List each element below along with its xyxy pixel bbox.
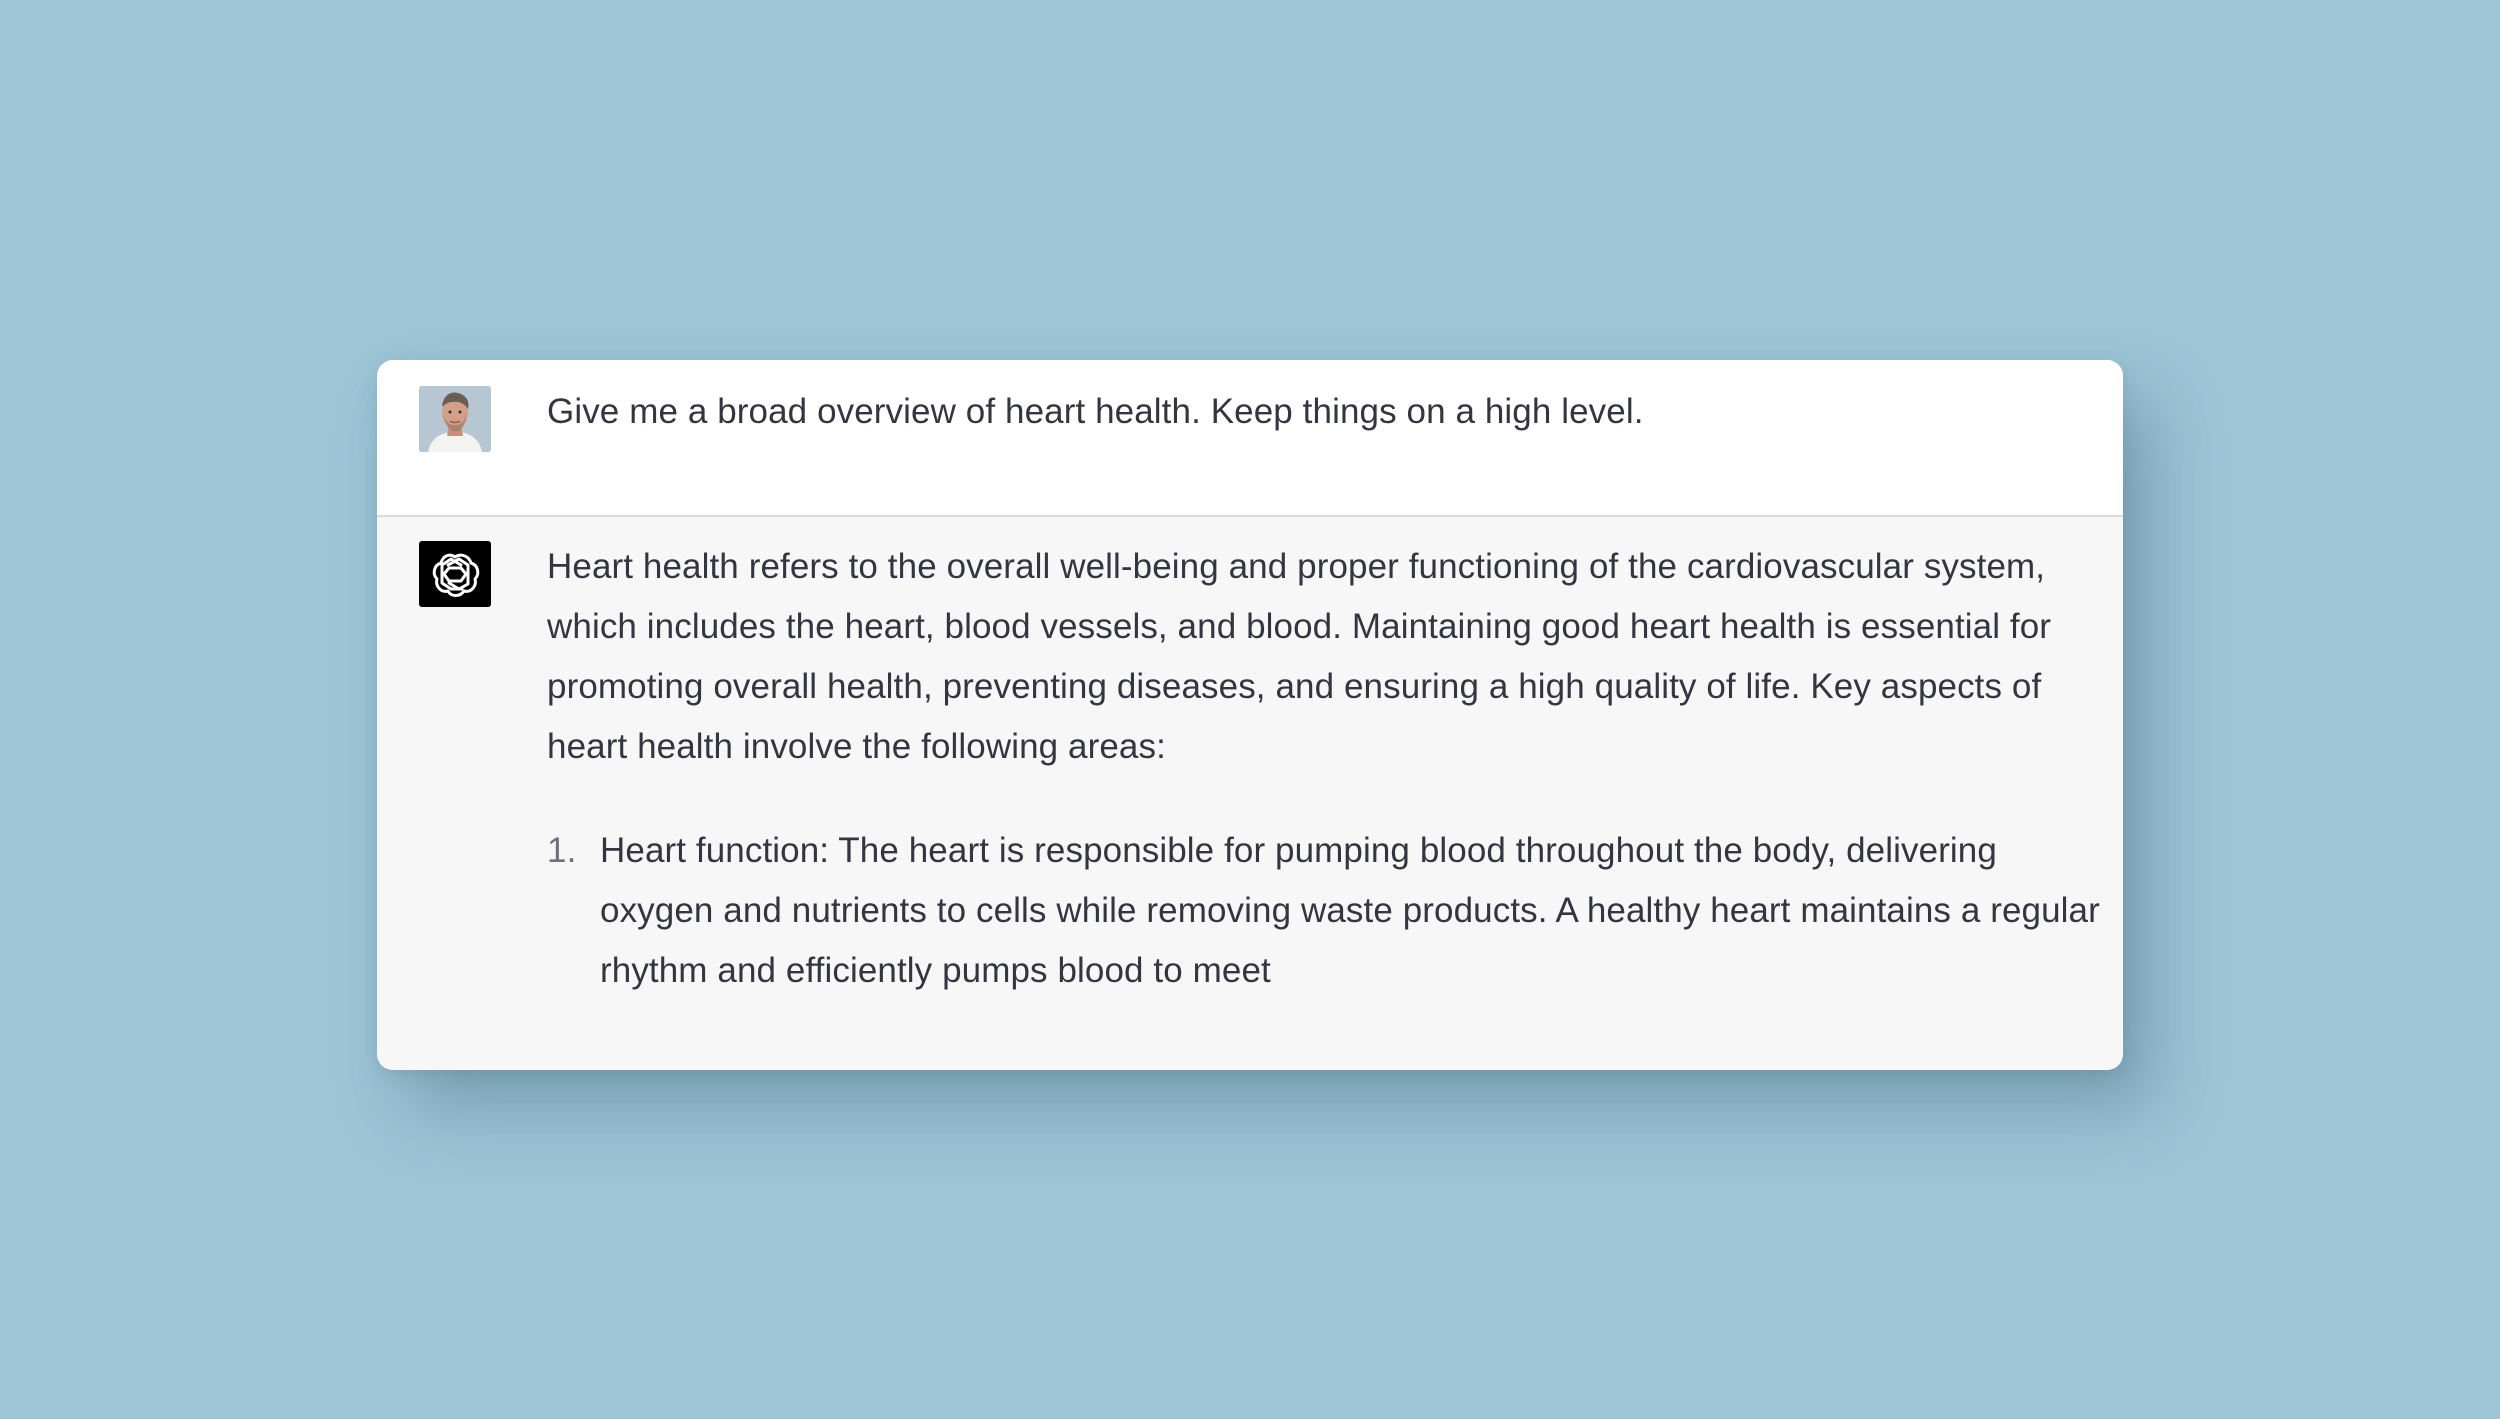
- assistant-message-text: Heart health refers to the overall well-…: [547, 537, 2105, 1001]
- list-item-text: Heart function: The heart is responsible…: [600, 831, 2100, 990]
- list-item: 1. Heart function: The heart is responsi…: [547, 821, 2105, 1001]
- list-item-number: 1.: [547, 831, 577, 870]
- user-avatar: [419, 386, 491, 452]
- user-message-row: Give me a broad overview of heart health…: [377, 360, 2123, 517]
- assistant-intro-paragraph: Heart health refers to the overall well-…: [547, 547, 2052, 766]
- assistant-avatar: [419, 541, 491, 607]
- openai-logo-icon: [432, 553, 480, 597]
- assistant-message-row: Heart health refers to the overall well-…: [377, 517, 2123, 1070]
- user-message-text: Give me a broad overview of heart health…: [547, 392, 1644, 431]
- chat-transcript-card: Give me a broad overview of heart health…: [377, 360, 2123, 1070]
- assistant-numbered-list: 1. Heart function: The heart is responsi…: [547, 821, 2105, 1001]
